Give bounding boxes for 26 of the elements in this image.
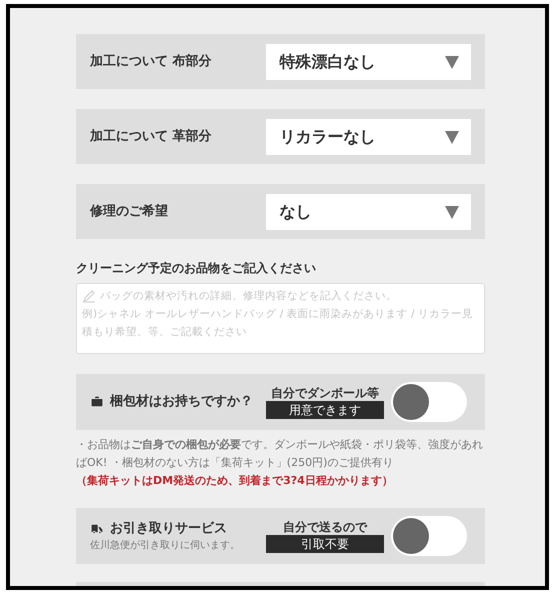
option-caption: 自分で送るので [283, 519, 367, 535]
hint-text: バッグの素材や汚れの詳細、修理内容などを記入ください。 [100, 289, 397, 304]
field-label: 加工について 布部分 [90, 52, 213, 71]
toggle-switch[interactable] [391, 382, 467, 422]
toggle-switch[interactable] [391, 516, 467, 556]
option-tag: 用意できます [266, 401, 384, 419]
option-label: 梱包材はお持ちですか？ [110, 393, 253, 412]
dropdown-arrow-icon [445, 204, 459, 218]
briefcase-icon [90, 395, 104, 409]
dropdown-arrow-icon [445, 130, 459, 144]
section-heading: クリーニング予定のお品物をご記入ください [76, 260, 317, 277]
dropdown-select[interactable]: なし [266, 194, 471, 230]
dropdown-arrow-icon [445, 54, 459, 68]
truck-icon [90, 522, 104, 536]
packing-note: ・お品物はご自身での梱包が必要です。ダンボールや紙袋・ポリ袋等、強度があればOK! ・梱包材のない方は「集荷キット」(250円)のご提供有り [76, 437, 484, 471]
hint-text: 例)シャネル オールレザーハンドバッグ / 表面に雨染みがあります / リカラー見積もり希望、等、ご記載ください [82, 307, 474, 340]
option-label: お引き取りサービス [110, 520, 227, 538]
field-label: 加工について 革部分 [90, 128, 213, 146]
option-tag: 引取不要 [266, 535, 384, 553]
option-sublabel: 佐川急便が引き取りに伺います。 [90, 538, 241, 554]
pencil-icon [82, 289, 96, 303]
option-caption: 自分でダンボール等 [271, 385, 379, 401]
delivery-warning: （集荷キットはDM発送のため、到着まで3?4日程かかります） [76, 473, 394, 489]
dropdown-select[interactable]: リカラーなし [266, 118, 471, 154]
field-label: 修理のご希望 [90, 202, 169, 221]
dropdown-select[interactable]: 特殊漂白なし [266, 44, 471, 80]
